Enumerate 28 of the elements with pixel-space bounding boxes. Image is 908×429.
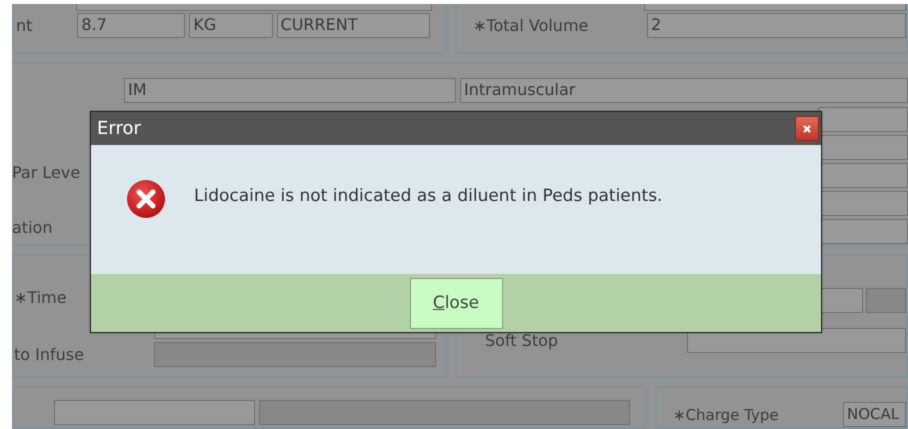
- input-field[interactable]: [644, 4, 906, 11]
- field-label: ation: [12, 218, 54, 237]
- dialog-title: Error: [97, 118, 141, 139]
- error-message: Lidocaine is not indicated as a diluent in Peds patients.: [194, 186, 662, 206]
- input-field[interactable]: [154, 342, 436, 367]
- input-field[interactable]: NOCAL: [843, 402, 906, 427]
- field-label: ∗Time: [14, 288, 68, 307]
- field-label: to Infuse: [14, 344, 85, 364]
- input-field[interactable]: 8.7: [77, 13, 186, 38]
- input-field[interactable]: [866, 288, 906, 313]
- field-label: ∗Charge Type: [672, 406, 780, 424]
- input-field[interactable]: [818, 106, 908, 132]
- input-field[interactable]: [54, 400, 255, 425]
- close-button[interactable]: [795, 116, 819, 141]
- input-field[interactable]: 2: [647, 13, 906, 38]
- field-label: Par Leve: [12, 162, 82, 182]
- field-label: Soft Stop: [484, 330, 560, 350]
- field-label: nt: [15, 16, 34, 35]
- input-field[interactable]: IM: [124, 78, 456, 103]
- error-icon: [126, 179, 166, 219]
- input-field[interactable]: CURRENT: [276, 13, 430, 38]
- input-field[interactable]: [76, 4, 432, 11]
- input-field[interactable]: Intramuscular: [460, 78, 908, 103]
- close-button[interactable]: Close: [410, 278, 502, 328]
- input-field[interactable]: [259, 400, 630, 425]
- close-icon: [802, 124, 812, 134]
- input-field[interactable]: KG: [189, 13, 273, 38]
- field-label: ∗Total Volume: [472, 16, 590, 35]
